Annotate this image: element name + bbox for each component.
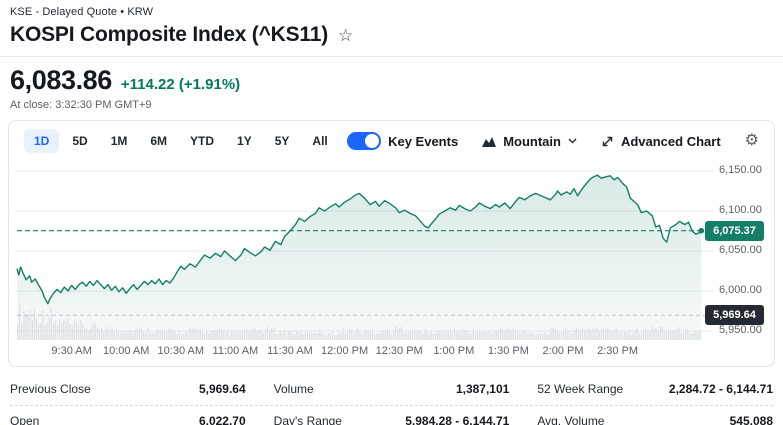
chart-card: 1D 5D 1M 6M YTD 1Y 5Y All Key Events Mountain <box>8 120 775 367</box>
stat-day-s-range: Day's Range 5,984.28 - 6,144.71 <box>274 414 510 425</box>
stat-52-week-range: 52 Week Range 2,284.72 - 6,144.71 <box>537 382 773 396</box>
price-chart-svg[interactable] <box>9 161 772 341</box>
stat-value: 545,088 <box>729 414 773 425</box>
stat-open: Open 6,022.70 <box>10 414 246 425</box>
chart-toolbar: 1D 5D 1M 6M YTD 1Y 5Y All Key Events Mountain <box>9 121 774 161</box>
key-events-toggle[interactable] <box>347 132 382 150</box>
advanced-chart-label: Advanced Chart <box>620 133 721 149</box>
x-axis-label: 11:00 AM <box>212 345 259 357</box>
y-axis-label: 5,950.00 <box>719 324 762 336</box>
y-axis-label: 6,000.00 <box>719 284 762 296</box>
stat-previous-close: Previous Close 5,969.64 <box>10 382 246 396</box>
stats-row: Previous Close 5,969.64 Volume 1,387,101 52 … <box>10 374 773 406</box>
expand-arrow-icon <box>602 136 613 146</box>
y-axis-label: 6,150.00 <box>719 164 762 176</box>
tab-1m[interactable]: 1M <box>101 129 138 153</box>
tab-6m[interactable]: 6M <box>140 129 177 153</box>
quote-header: KSE - Delayed Quote • KRW KOSPI Composit… <box>0 0 783 111</box>
x-axis-label: 1:00 PM <box>433 345 475 357</box>
stat-label: Open <box>10 414 40 425</box>
stat-label: 52 Week Range <box>537 382 624 396</box>
page-title: KOSPI Composite Index (^KS11) <box>10 23 329 46</box>
tab-1d[interactable]: 1D <box>24 129 60 153</box>
x-axis-label: 2:00 PM <box>542 345 584 357</box>
x-axis-label: 9:30 AM <box>51 345 92 357</box>
toggle-knob <box>365 134 380 148</box>
stat-value: 5,984.28 - 6,144.71 <box>405 414 510 425</box>
stat-label: Previous Close <box>10 382 91 396</box>
previous-close-badge: 5,969.64 <box>705 305 764 326</box>
y-axis-label: 6,100.00 <box>719 204 762 216</box>
current-price: 6,083.86 <box>10 65 112 95</box>
mountain-icon <box>482 136 497 147</box>
key-events-label: Key Events <box>388 133 459 149</box>
header-divider <box>0 56 783 57</box>
range-tabs: 1D 5D 1M 6M YTD 1Y 5Y All <box>24 129 338 153</box>
tab-1y[interactable]: 1Y <box>227 129 262 153</box>
advanced-chart-button[interactable]: Advanced Chart <box>601 134 721 149</box>
x-axis-label: 10:30 AM <box>157 345 205 357</box>
stat-value: 2,284.72 - 6,144.71 <box>668 382 773 396</box>
tab-all[interactable]: All <box>302 129 337 153</box>
price-chart[interactable]: 6,075.37 5,969.64 6,150.00 6,100.00 6,050.… <box>9 161 774 366</box>
x-axis-label: 10:00 AM <box>102 345 150 357</box>
stat-label: Avg. Volume <box>537 414 605 425</box>
chevron-down-icon <box>568 138 577 144</box>
tab-5d[interactable]: 5D <box>62 129 97 153</box>
x-axis-label: 11:30 AM <box>267 345 313 357</box>
x-axis-label: 1:30 PM <box>487 345 529 357</box>
x-axis-label: 12:30 PM <box>375 345 423 357</box>
tab-5y[interactable]: 5Y <box>265 129 300 153</box>
key-stats: Previous Close 5,969.64 Volume 1,387,101 52 … <box>10 374 773 425</box>
exchange-line: KSE - Delayed Quote • KRW <box>10 6 154 18</box>
stat-avg-volume: Avg. Volume 545,088 <box>537 414 773 425</box>
stat-value: 6,022.70 <box>198 414 246 425</box>
gear-icon[interactable]: ⚙ <box>745 133 759 149</box>
y-axis-label: 6,050.00 <box>719 244 762 256</box>
stat-value: 5,969.64 <box>198 382 246 396</box>
x-axis-label: 2:30 PM <box>597 345 639 357</box>
stat-label: Day's Range <box>273 414 342 425</box>
stat-volume: Volume 1,387,101 <box>274 382 510 396</box>
stat-value: 1,387,101 <box>455 382 510 396</box>
star-icon[interactable]: ☆ <box>338 27 353 44</box>
chart-type-label: Mountain <box>503 133 561 149</box>
stats-row: Open 6,022.70 Day's Range 5,984.28 - 6,144.… <box>10 406 773 425</box>
chart-type-selector[interactable]: Mountain <box>482 134 577 149</box>
current-price-badge: 6,075.37 <box>705 220 764 241</box>
tab-ytd[interactable]: YTD <box>180 129 224 153</box>
stat-label: Volume <box>273 382 314 396</box>
key-events-control[interactable]: Key Events <box>347 132 458 150</box>
x-axis-label: 12:00 PM <box>321 345 369 357</box>
at-close-text: At close: 3:32:30 PM GMT+9 <box>10 99 152 111</box>
price-change: +114.22 (+1.91%) <box>120 76 241 93</box>
